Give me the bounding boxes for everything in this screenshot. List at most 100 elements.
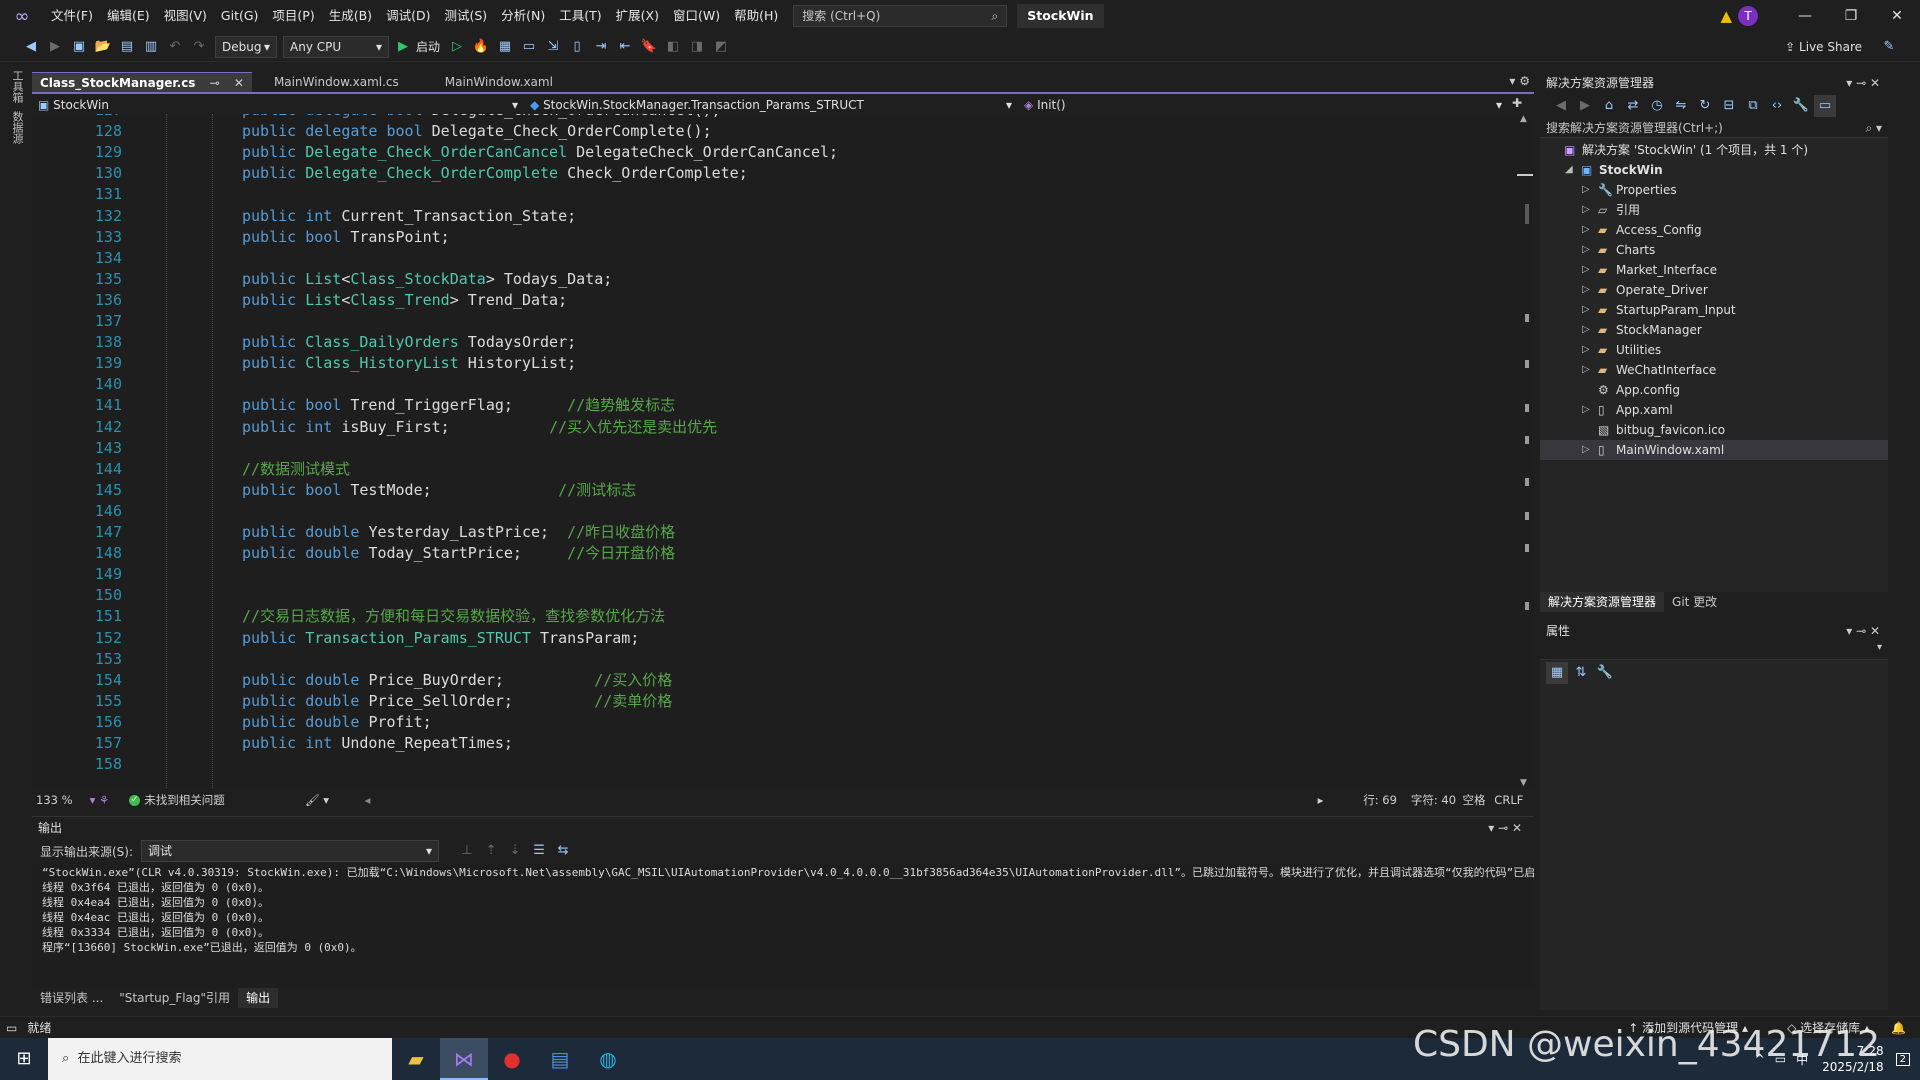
edge-browser-icon[interactable]: ◍	[584, 1038, 632, 1080]
collapsed-chevron-icon[interactable]: ▷	[1582, 220, 1590, 240]
tree-item[interactable]: ▷ ▯ App.xaml	[1540, 400, 1888, 420]
new-project-icon[interactable]: ▣	[68, 36, 90, 58]
tree-item[interactable]: ▷ 🔧 Properties	[1540, 180, 1888, 200]
line-ending-indicator[interactable]: CRLF	[1494, 793, 1534, 807]
layout-icon[interactable]: ▭	[518, 36, 540, 58]
code-line[interactable]: public List<Class_StockData> Todays_Data…	[242, 269, 612, 290]
preview-icon[interactable]: ▭	[1814, 95, 1836, 117]
tab-output[interactable]: 输出	[238, 988, 279, 1008]
switch-views-icon[interactable]: ⇄	[1622, 95, 1644, 117]
sync-icon[interactable]: ⇋	[1670, 95, 1692, 117]
menu-item-6[interactable]: 调试(D)	[379, 0, 437, 32]
split-editor-icon[interactable]: ✚	[1508, 96, 1526, 114]
tree-item[interactable]: ▷ ▱ 引用	[1540, 200, 1888, 220]
menu-item-12[interactable]: 帮助(H)	[727, 0, 785, 32]
close-window-button[interactable]: ✕	[1874, 0, 1920, 32]
toolbox-tab[interactable]: 工具箱	[9, 70, 25, 103]
code-line[interactable]: public List<Class_Trend> Trend_Data;	[242, 290, 567, 311]
platform-select[interactable]: Any CPU ▾	[283, 35, 389, 58]
close-tab-icon[interactable]: ✕	[234, 76, 244, 90]
alphabetical-icon[interactable]: ⇅	[1570, 662, 1592, 684]
file-explorer-icon[interactable]: ▰	[392, 1038, 440, 1080]
configuration-select[interactable]: Debug ▾	[215, 35, 277, 58]
property-pages-icon[interactable]: 🔧	[1594, 662, 1616, 684]
collapsed-chevron-icon[interactable]: ▷	[1582, 200, 1590, 220]
tree-item[interactable]: ◢ ▣ StockWin	[1540, 160, 1888, 180]
properties-object-select[interactable]: ▾	[1540, 642, 1888, 660]
code-line[interactable]: //数据测试模式	[242, 459, 350, 480]
prev-message-icon[interactable]: ⇡	[480, 840, 502, 862]
column-indicator[interactable]: 字符: 40	[1411, 792, 1463, 808]
line-indicator[interactable]: 行: 69	[1363, 792, 1411, 808]
menu-item-3[interactable]: Git(G)	[214, 0, 266, 32]
collapsed-chevron-icon[interactable]: ▷	[1582, 180, 1590, 200]
save-icon[interactable]: ▤	[116, 36, 138, 58]
collapse-all-icon[interactable]: ⊟	[1718, 95, 1740, 117]
restore-button[interactable]: ❐	[1828, 0, 1874, 32]
tab-mainwindow-xaml[interactable]: MainWindow.xaml	[437, 72, 561, 92]
next-message-icon[interactable]: ⇣	[504, 840, 526, 862]
outdent-icon[interactable]: ⇤	[614, 36, 636, 58]
prev-bookmark-icon[interactable]: ◧	[662, 36, 684, 58]
redo-icon[interactable]: ↷	[188, 36, 210, 58]
code-line[interactable]: public bool TestMode; //测试标志	[242, 480, 636, 501]
zoom-dropdown-icon[interactable]: ▾ ⚘	[90, 793, 130, 807]
minimize-button[interactable]: —	[1782, 0, 1828, 32]
collapsed-chevron-icon[interactable]: ▷	[1582, 360, 1590, 380]
collapsed-chevron-icon[interactable]: ▷	[1582, 320, 1590, 340]
collapsed-chevron-icon[interactable]: ▷	[1582, 300, 1590, 320]
app-red-circle-icon[interactable]: ●	[488, 1038, 536, 1080]
brush-icon[interactable]: 🖌 ▾	[305, 793, 365, 807]
feedback-icon[interactable]: ✎	[1878, 36, 1900, 58]
open-folder-icon[interactable]: 📂	[92, 36, 114, 58]
notification-center-icon[interactable]: 2	[1895, 1052, 1910, 1066]
account-avatar[interactable]: T	[1738, 6, 1758, 26]
pending-changes-icon[interactable]: ◷	[1646, 95, 1668, 117]
tree-item[interactable]: ▷ ▯ MainWindow.xaml	[1540, 440, 1888, 460]
code-line[interactable]: public bool Trend_TriggerFlag; //趋势触发标志	[242, 395, 675, 416]
windows-start-icon[interactable]: ⊞	[0, 1038, 48, 1080]
global-search-input[interactable]: 搜索 (Ctrl+Q) ⌕	[793, 5, 1008, 27]
code-line[interactable]: //交易日志数据，方便和每日交易数据校验，查找参数优化方法	[242, 606, 665, 627]
properties-icon[interactable]: 🔧	[1790, 95, 1812, 117]
tree-item[interactable]: ⚙ App.config	[1540, 380, 1888, 400]
tree-item[interactable]: ▣ 解决方案 'StockWin' (1 个项目，共 1 个)	[1540, 140, 1888, 160]
member-dropdown[interactable]: ◈ Init() ▾	[1018, 96, 1508, 114]
categorized-icon[interactable]: ▦	[1546, 662, 1568, 684]
bookmark-icon[interactable]: 🔖	[638, 36, 660, 58]
forward-icon[interactable]: ▶	[44, 36, 66, 58]
tab-overflow-icon[interactable]: ▾ ⚙	[1509, 74, 1530, 88]
back-icon[interactable]: ◀	[20, 36, 42, 58]
next-bookmark-icon[interactable]: ◨	[686, 36, 708, 58]
forward-icon[interactable]: ▶	[1574, 95, 1596, 117]
tree-item[interactable]: ▷ ▰ Access_Config	[1540, 220, 1888, 240]
menu-item-10[interactable]: 扩展(X)	[609, 0, 666, 32]
tree-item[interactable]: ▷ ▰ Utilities	[1540, 340, 1888, 360]
collapsed-chevron-icon[interactable]: ▷	[1582, 280, 1590, 300]
menu-item-5[interactable]: 生成(B)	[322, 0, 379, 32]
menu-item-1[interactable]: 编辑(E)	[100, 0, 157, 32]
browse-icon[interactable]: ▦	[494, 36, 516, 58]
menu-item-0[interactable]: 文件(F)	[44, 0, 100, 32]
collapsed-chevron-icon[interactable]: ▷	[1582, 240, 1590, 260]
code-line[interactable]: public Delegate_Check_OrderComplete Chec…	[242, 163, 748, 184]
menu-item-9[interactable]: 工具(T)	[552, 0, 608, 32]
code-line[interactable]: public delegate bool Delegate_Check_Orde…	[242, 121, 712, 142]
code-line[interactable]: public Delegate_Check_OrderCanCancel Del…	[242, 142, 838, 163]
visual-studio-taskbar-icon[interactable]: ⋈	[440, 1038, 488, 1080]
start-button-label[interactable]: 启动	[416, 38, 440, 55]
expanded-chevron-icon[interactable]: ◢	[1565, 160, 1573, 180]
step-icon[interactable]: ⇲	[542, 36, 564, 58]
code-line[interactable]: public double Yesterday_LastPrice; //昨日收…	[242, 522, 675, 543]
datasource-tab[interactable]: 数据源	[9, 111, 25, 144]
tree-item[interactable]: ▷ ▰ Charts	[1540, 240, 1888, 260]
hot-reload-icon[interactable]: 🔥	[470, 36, 492, 58]
bell-icon[interactable]: 🔔	[1891, 1021, 1906, 1035]
collapsed-chevron-icon[interactable]: ▷	[1582, 260, 1590, 280]
column-icon[interactable]: ▯	[566, 36, 588, 58]
code-line[interactable]: public double Today_StartPrice; //今日开盘价格	[242, 543, 675, 564]
tab-class-stockmanager[interactable]: Class_StockManager.cs ⊸ ✕	[32, 72, 252, 92]
notification-icon[interactable]: ▭	[6, 1021, 17, 1035]
tab-git-changes[interactable]: Git 更改	[1664, 592, 1725, 612]
word-wrap-icon[interactable]: ⇆	[552, 840, 574, 862]
